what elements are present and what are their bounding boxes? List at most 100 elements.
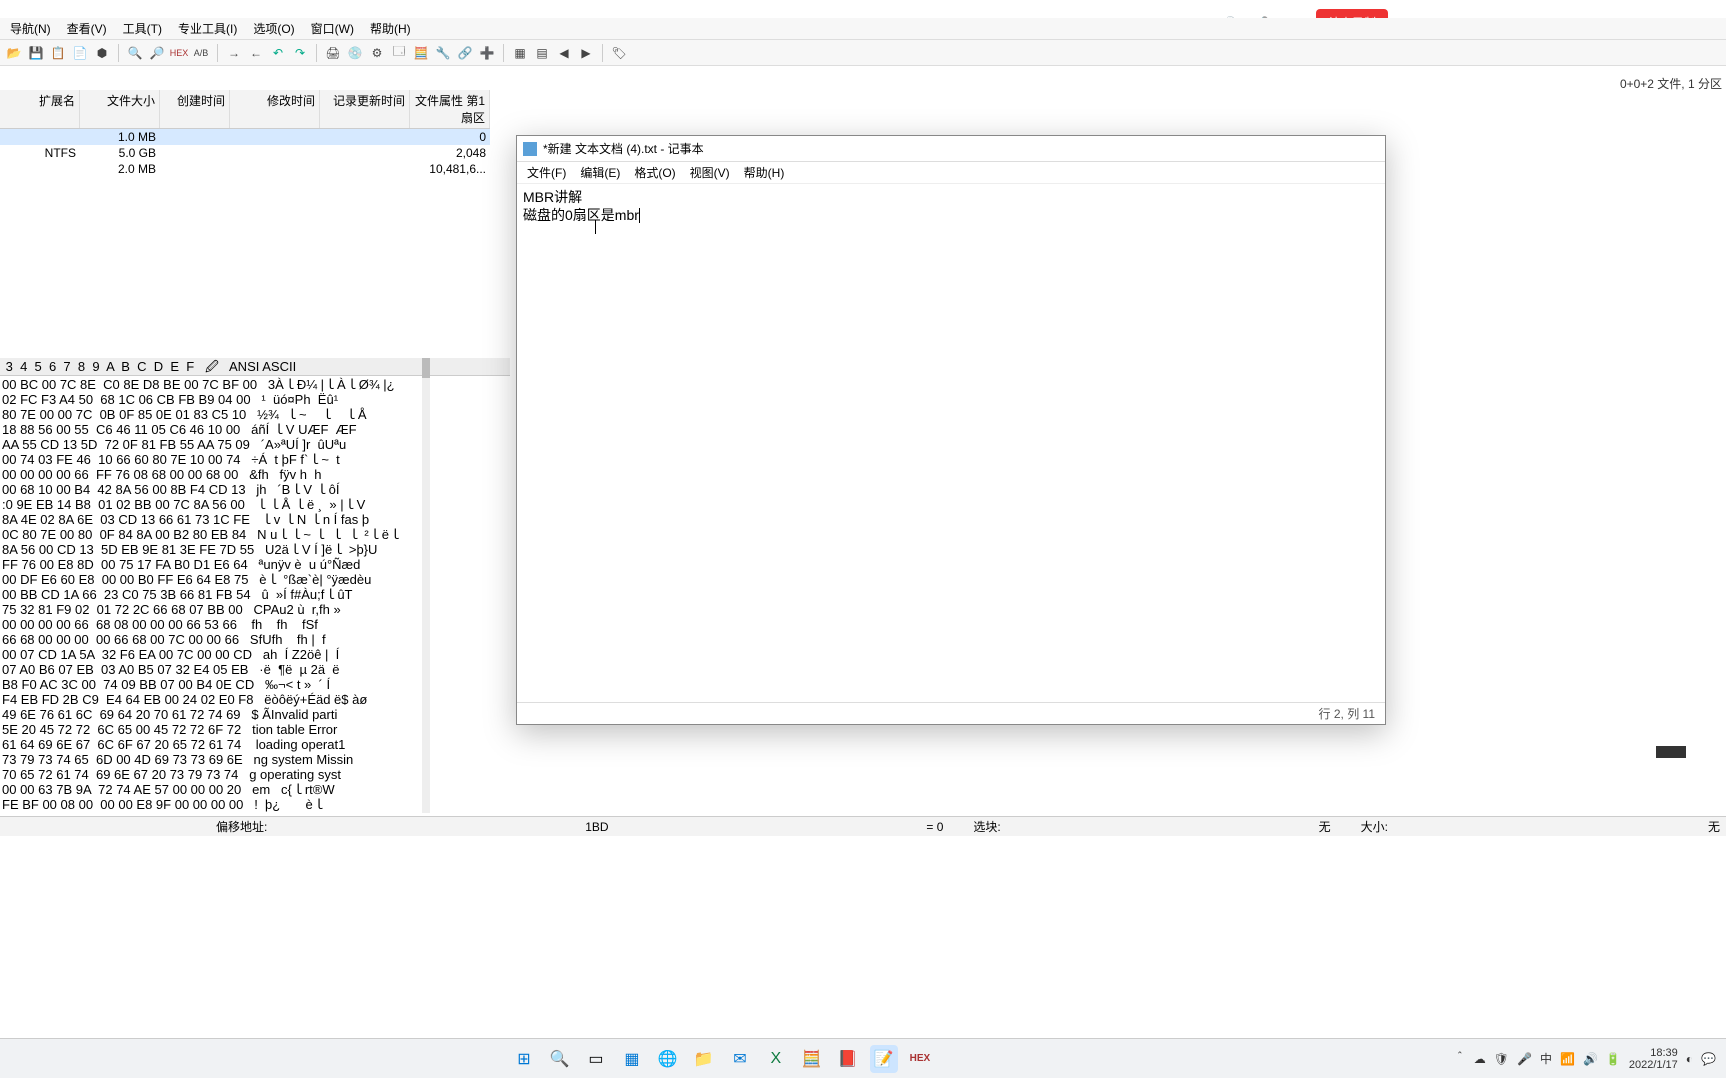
grid1-icon[interactable]: ▦ [510,43,530,63]
excel-icon[interactable]: X [762,1045,790,1073]
chevron-up-icon[interactable]: ＾ [1454,1050,1466,1067]
plus-icon[interactable]: ➕ [477,43,497,63]
copy-icon[interactable]: 📋 [48,43,68,63]
hexeditor-task-icon[interactable]: HEX [906,1045,934,1073]
search-icon[interactable]: 🔍 [546,1045,574,1073]
toolbar-sep [217,44,218,62]
offset-value: 1BD [585,820,608,834]
toolbar-sep [118,44,119,62]
taskbar-apps: ⊞ 🔍 ▭ ▦ 🌐 📁 ✉ X 🧮 📕 📝 HEX [0,1045,1444,1073]
chip-icon[interactable]: 🔧 [433,43,453,63]
edge-icon[interactable]: 🌐 [654,1045,682,1073]
grid2-icon[interactable]: ▤ [532,43,552,63]
taskview-icon[interactable]: ▭ [582,1045,610,1073]
table-row[interactable]: 2.0 MB 10,481,6... [0,161,490,177]
notepad-titlebar[interactable]: *新建 文本文档 (4).txt - 记事本 [517,136,1385,162]
explorer-icon[interactable]: 📁 [690,1045,718,1073]
status-bar: 偏移地址: 1BD = 0 选块: 无 大小: 无 [0,816,1726,836]
np-menu-edit[interactable]: 编辑(E) [574,163,626,182]
ab-icon[interactable]: A/B [191,43,211,63]
table-row[interactable]: 1.0 MB 0 [0,129,490,145]
volume-icon[interactable]: 🔊 [1583,1052,1598,1066]
find-hex-icon[interactable]: 🔎 [147,43,167,63]
mail-icon[interactable]: ✉ [726,1045,754,1073]
scrollbar-thumb[interactable] [422,358,430,378]
clock[interactable]: 18:39 2022/1/17 [1629,1047,1678,1071]
menu-pro[interactable]: 专业工具(I) [172,18,243,39]
col-size[interactable]: 文件大小 [80,90,160,128]
notepad-textarea[interactable]: MBR讲解 磁盘的0扇区是mbr [517,184,1385,702]
offset-label: 偏移地址: [216,818,267,835]
wifi-icon[interactable]: 📶 [1560,1052,1575,1066]
paste-icon[interactable]: 📄 [70,43,90,63]
search-icon[interactable]: 🔍 [125,43,145,63]
col-ext[interactable]: 扩展名 [0,90,80,128]
text-caret-icon [639,208,640,223]
np-menu-help[interactable]: 帮助(H) [738,163,791,182]
table-header: 扩展名 文件大小 创建时间 修改时间 记录更新时间 文件属性 第1扇区 [0,90,490,129]
hex-header: 3 4 5 6 7 8 9 A B C D E F 🖉 ANSI ASCII [0,358,510,376]
calc-icon[interactable]: 🧮 [411,43,431,63]
menu-tool[interactable]: 工具(T) [117,18,168,39]
menu-help[interactable]: 帮助(H) [364,18,417,39]
focus-icon[interactable]: ◐ [1686,1052,1693,1066]
menu-options[interactable]: 选项(O) [247,18,300,39]
pdf-icon[interactable]: 📕 [834,1045,862,1073]
i-beam-cursor-icon [595,220,596,234]
triangle-left-icon[interactable]: ◀ [554,43,574,63]
np-menu-file[interactable]: 文件(F) [521,163,572,182]
selection-label: 选块: [973,818,1000,835]
window-icon[interactable]: 🗔 [389,43,409,63]
onedrive-icon[interactable]: ☁ [1474,1052,1486,1066]
toolbar-sep [602,44,603,62]
notepad-task-icon[interactable]: 📝 [870,1045,898,1073]
disk-icon[interactable]: 💿 [345,43,365,63]
hex-icon[interactable]: ⬢ [92,43,112,63]
ime-indicator[interactable]: 中 [1540,1050,1552,1067]
hex-body[interactable]: 00 BC 00 7C 8E C0 8E D8 BE 00 7C BF 00 3… [0,376,510,813]
table-row[interactable]: NTFS 5.0 GB 2,048 [0,145,490,161]
col-attr[interactable]: 文件属性 第1扇区 [410,90,490,128]
hex-scrollbar[interactable] [422,358,430,813]
main-toolbar: 📂 💾 📋 📄 ⬢ 🔍 🔎 HEX A/B → ← ↶ ↷ 🖨 💿 ⚙ 🗔 🧮 … [0,40,1726,66]
np-status-pos: 行 2, 列 11 [1319,705,1375,722]
security-icon[interactable]: 🛡 [1494,1052,1509,1066]
save-icon[interactable]: 💾 [26,43,46,63]
print-icon[interactable]: 🖨 [323,43,343,63]
triangle-right-icon[interactable]: ▶ [576,43,596,63]
toolbar-sep [316,44,317,62]
col-record[interactable]: 记录更新时间 [320,90,410,128]
undo-icon[interactable]: ↶ [268,43,288,63]
np-menu-format[interactable]: 格式(O) [628,163,681,182]
size-label: 大小: [1361,818,1388,835]
start-icon[interactable]: ⊞ [510,1045,538,1073]
calc-icon[interactable]: 🧮 [798,1045,826,1073]
redo-icon[interactable]: ↷ [290,43,310,63]
mic-tray-icon[interactable]: 🎤 [1517,1052,1532,1066]
np-menu-view[interactable]: 视图(V) [684,163,736,182]
notepad-icon [523,142,537,156]
notepad-menubar: 文件(F) 编辑(E) 格式(O) 视图(V) 帮助(H) [517,162,1385,184]
menu-window[interactable]: 窗口(W) [305,18,360,39]
menu-view[interactable]: 查看(V) [61,18,113,39]
open-icon[interactable]: 📂 [4,43,24,63]
menu-nav[interactable]: 导航(N) [4,18,57,39]
notifications-icon[interactable]: 💬 [1701,1052,1716,1066]
eq-value: = 0 [926,820,943,834]
tag-icon[interactable]: 🏷 [609,43,629,63]
hex-label-icon[interactable]: HEX [169,43,189,63]
notepad-window[interactable]: *新建 文本文档 (4).txt - 记事本 文件(F) 编辑(E) 格式(O)… [516,135,1386,725]
selection-none: 无 [1319,818,1331,835]
battery-icon[interactable]: 🔋 [1606,1052,1621,1066]
col-created[interactable]: 创建时间 [160,90,230,128]
widgets-icon[interactable]: ▦ [618,1045,646,1073]
back-icon[interactable]: ← [246,43,266,63]
gear-icon[interactable]: ⚙ [367,43,387,63]
np-line1: MBR讲解 [523,188,1379,206]
col-modified[interactable]: 修改时间 [230,90,320,128]
toolbar-sep [503,44,504,62]
link-icon[interactable]: 🔗 [455,43,475,63]
notepad-status: 行 2, 列 11 [517,702,1385,724]
hex-editor[interactable]: 3 4 5 6 7 8 9 A B C D E F 🖉 ANSI ASCII 0… [0,358,510,813]
goto-icon[interactable]: → [224,43,244,63]
